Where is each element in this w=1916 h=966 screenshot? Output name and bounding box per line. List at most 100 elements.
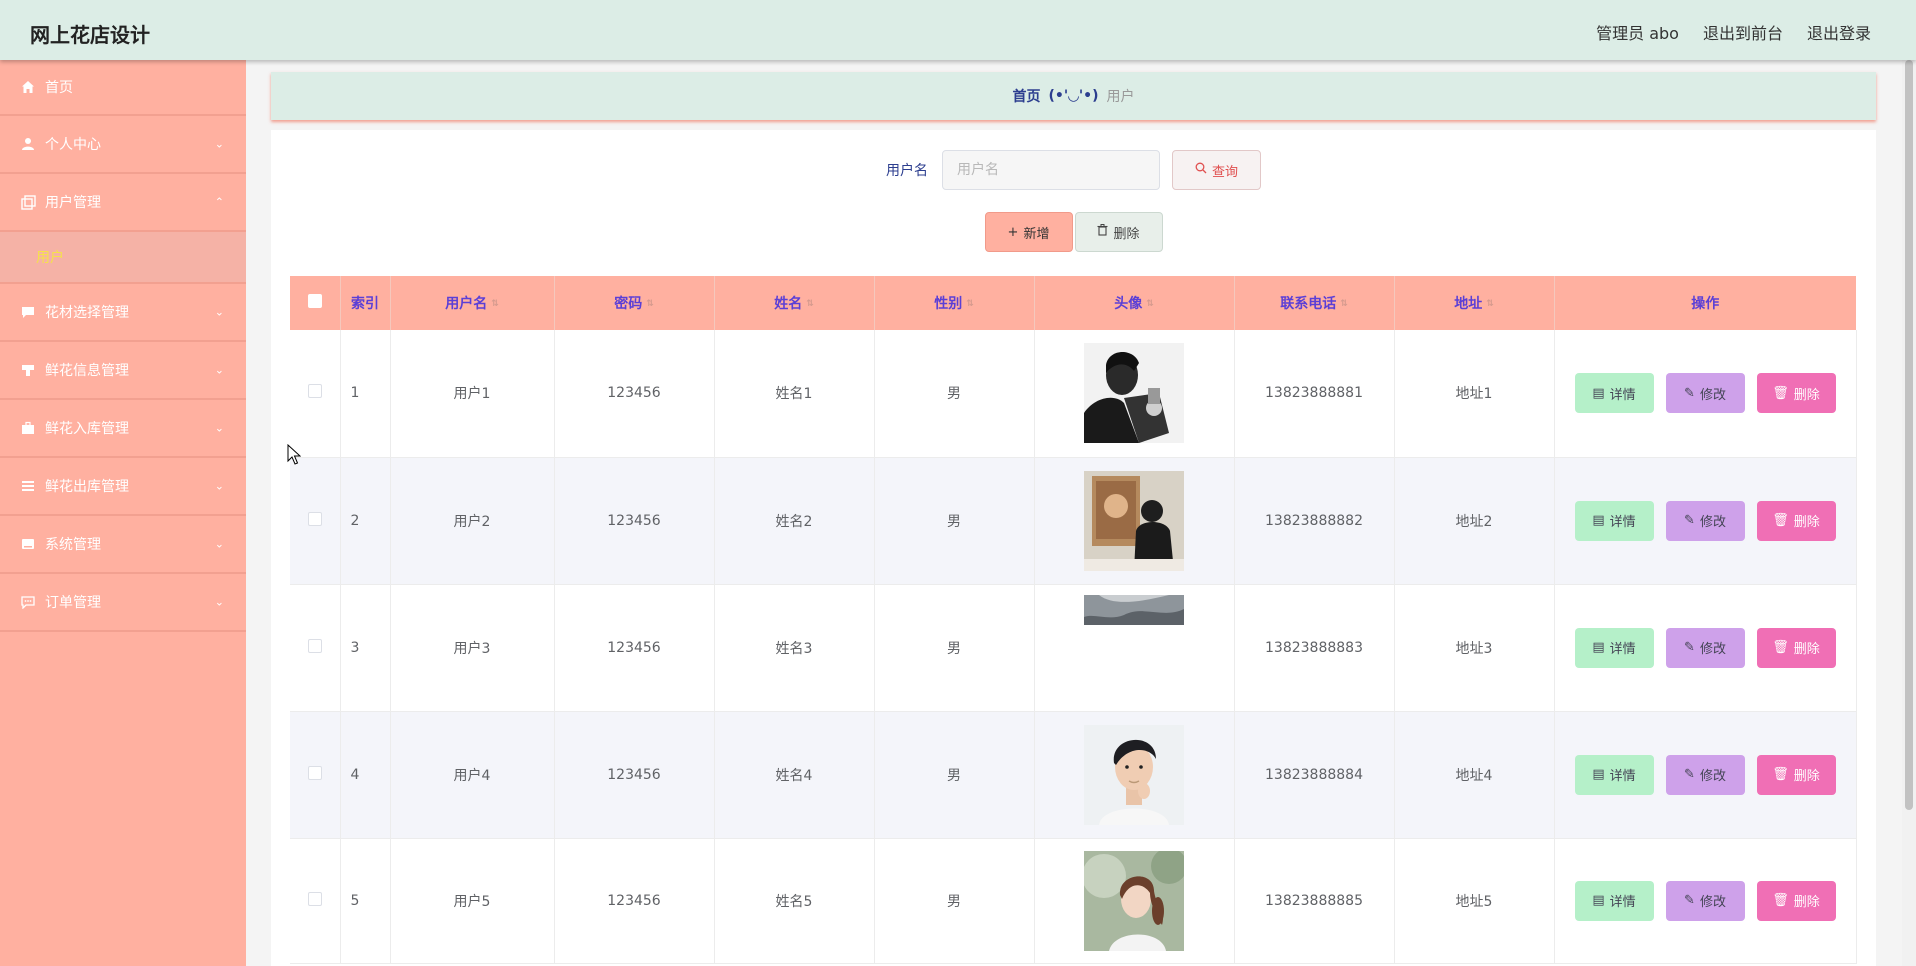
- sidebar-item-label: 花材选择管理: [45, 305, 129, 321]
- sort-icon[interactable]: ⇅: [1146, 299, 1154, 309]
- sidebar-item-label: 鲜花入库管理: [45, 421, 129, 437]
- message-icon: [20, 594, 36, 610]
- current-user: 管理员 abo: [1596, 24, 1679, 43]
- row-checkbox[interactable]: [307, 384, 322, 399]
- sidebar-item-personal-center[interactable]: 个人中心 ⌄: [0, 116, 246, 174]
- list-icon: [20, 478, 36, 494]
- sidebar-item-material-selection[interactable]: 花材选择管理 ⌄: [0, 284, 246, 342]
- avatar[interactable]: [1084, 470, 1184, 571]
- sort-icon[interactable]: ⇅: [1486, 299, 1494, 309]
- column-header-password[interactable]: 密码 ⇅: [554, 276, 715, 330]
- table-row: 3 用户3 123456 姓名3 男 13823888883 地址3 ▤ 详情 …: [290, 584, 1857, 712]
- row-checkbox[interactable]: [307, 638, 322, 653]
- avatar[interactable]: [1084, 724, 1184, 825]
- edit-button[interactable]: ✎ 修改: [1665, 500, 1745, 541]
- column-header-address[interactable]: 地址 ⇅: [1394, 276, 1555, 330]
- detail-button[interactable]: ▤ 详情: [1574, 500, 1654, 541]
- edit-icon: ✎: [1684, 767, 1695, 782]
- column-header-avatar[interactable]: 头像 ⇅: [1034, 276, 1235, 330]
- cell-password: 123456: [554, 457, 715, 585]
- sidebar-item-home[interactable]: 首页: [0, 60, 246, 116]
- avatar[interactable]: [1084, 594, 1184, 625]
- cell-phone: 13823888882: [1234, 457, 1395, 585]
- edit-icon: ✎: [1684, 513, 1695, 528]
- batch-delete-button[interactable]: 删除: [1074, 212, 1163, 252]
- cell-password: 123456: [554, 711, 715, 839]
- sort-icon[interactable]: ⇅: [966, 299, 974, 309]
- delete-button[interactable]: 🗑 删除: [1756, 500, 1836, 541]
- detail-button[interactable]: ▤ 详情: [1574, 627, 1654, 668]
- edit-icon: ✎: [1684, 893, 1695, 908]
- main-content: 首页 (•'◡'•) 用户 用户名 查询 + 新增 删除: [246, 60, 1916, 966]
- sidebar-item-flower-inbound[interactable]: 鲜花入库管理 ⌄: [0, 400, 246, 458]
- column-header-name[interactable]: 姓名 ⇅: [714, 276, 875, 330]
- edit-icon: ✎: [1684, 385, 1695, 401]
- column-header-username[interactable]: 用户名 ⇅: [390, 276, 555, 330]
- cell-password: 123456: [554, 838, 715, 964]
- row-checkbox[interactable]: [307, 891, 322, 906]
- delete-button[interactable]: 🗑 删除: [1756, 627, 1836, 668]
- query-button[interactable]: 查询: [1172, 150, 1261, 190]
- sort-icon[interactable]: ⇅: [646, 299, 654, 309]
- plus-icon: +: [1007, 224, 1019, 240]
- sidebar-item-flower-info[interactable]: 鲜花信息管理 ⌄: [0, 342, 246, 400]
- cell-username: 用户4: [390, 711, 555, 839]
- sidebar-item-system[interactable]: 系统管理 ⌄: [0, 516, 246, 574]
- app-title: 网上花店设计: [30, 23, 150, 47]
- document-icon: ▤: [1592, 385, 1605, 401]
- select-all-checkbox[interactable]: [307, 294, 322, 308]
- sidebar-item-label: 鲜花出库管理: [45, 479, 129, 495]
- edit-button[interactable]: ✎ 修改: [1665, 627, 1745, 668]
- scrollbar-thumb[interactable]: [1905, 60, 1913, 810]
- cell-avatar: [1034, 838, 1235, 964]
- cell-name: 姓名5: [714, 838, 875, 964]
- toolbar: + 新增 删除: [271, 212, 1876, 252]
- edit-button[interactable]: ✎ 修改: [1665, 373, 1745, 414]
- chevron-up-icon: ⌃: [214, 195, 224, 209]
- chevron-down-icon: ⌄: [214, 363, 224, 377]
- top-bar: 网上花店设计 管理员 abo 退出到前台 退出登录: [0, 0, 1916, 60]
- page-scrollbar[interactable]: [1902, 60, 1916, 966]
- detail-button[interactable]: ▤ 详情: [1574, 754, 1654, 795]
- column-header-phone[interactable]: 联系电话 ⇅: [1234, 276, 1395, 330]
- username-search-input[interactable]: [942, 150, 1160, 190]
- cell-address: 地址2: [1394, 457, 1555, 585]
- cell-username: 用户5: [390, 838, 555, 964]
- avatar[interactable]: [1084, 850, 1184, 951]
- sidebar: 首页 个人中心 ⌄ 用户管理 ⌃ 用户 花材选择管理 ⌄ 鲜花信息管理 ⌄ 鲜花…: [0, 60, 246, 966]
- table-row: 4 用户4 123456 姓名4 男 13823888884 地址4 ▤ 详情 …: [290, 711, 1857, 839]
- detail-button[interactable]: ▤ 详情: [1574, 880, 1654, 921]
- sort-icon[interactable]: ⇅: [1340, 299, 1348, 309]
- cell-gender: 男: [874, 330, 1035, 458]
- breadcrumb-home[interactable]: 首页: [1012, 86, 1040, 106]
- row-checkbox[interactable]: [307, 765, 322, 780]
- trash-icon: 🗑: [1772, 513, 1789, 528]
- add-button-label: 新增: [1023, 226, 1050, 242]
- column-header-gender[interactable]: 性别 ⇅: [874, 276, 1035, 330]
- sort-icon[interactable]: ⇅: [491, 299, 499, 309]
- cell-actions: ▤ 详情 ✎ 修改 🗑 删除: [1554, 711, 1857, 839]
- sort-icon[interactable]: ⇅: [806, 299, 814, 309]
- edit-button[interactable]: ✎ 修改: [1665, 880, 1745, 921]
- detail-button[interactable]: ▤ 详情: [1574, 373, 1654, 414]
- breadcrumb-current: 用户: [1106, 89, 1135, 105]
- edit-button[interactable]: ✎ 修改: [1665, 754, 1745, 795]
- sidebar-item-user-management[interactable]: 用户管理 ⌃: [0, 174, 246, 232]
- chevron-down-icon: ⌄: [214, 537, 224, 551]
- row-checkbox[interactable]: [307, 511, 322, 526]
- add-button[interactable]: + 新增: [984, 212, 1073, 252]
- delete-button[interactable]: 🗑 删除: [1756, 754, 1836, 795]
- sidebar-item-flower-outbound[interactable]: 鲜花出库管理 ⌄: [0, 458, 246, 516]
- delete-button[interactable]: 🗑 删除: [1756, 373, 1836, 414]
- logout-link[interactable]: 退出登录: [1807, 20, 1871, 44]
- sidebar-item-orders[interactable]: 订单管理 ⌄: [0, 574, 246, 632]
- exit-to-front-link[interactable]: 退出到前台: [1703, 20, 1783, 44]
- cell-address: 地址5: [1394, 838, 1555, 964]
- cell-gender: 男: [874, 711, 1035, 839]
- cell-actions: ▤ 详情 ✎ 修改 🗑 删除: [1554, 330, 1857, 458]
- avatar[interactable]: [1084, 343, 1184, 444]
- chat-icon: [20, 304, 36, 320]
- cell-gender: 男: [874, 838, 1035, 964]
- sidebar-subitem-user[interactable]: 用户: [0, 232, 246, 284]
- delete-button[interactable]: 🗑 删除: [1756, 880, 1836, 921]
